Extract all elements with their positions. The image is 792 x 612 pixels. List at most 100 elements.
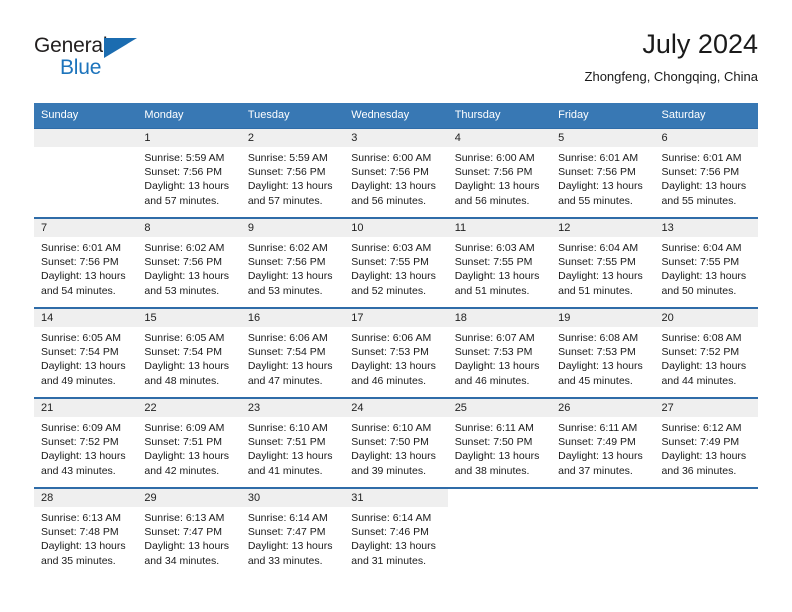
calendar-day-cell[interactable]: 25 Sunrise: 6:11 AM Sunset: 7:50 PM Dayligh… <box>447 399 552 487</box>
calendar-day-cell[interactable]: 19 Sunrise: 6:08 AM Sunset: 7:53 PM Dayligh… <box>551 309 655 397</box>
calendar-day-cell[interactable]: 27 Sunrise: 6:12 AM Sunset: 7:49 PM Dayligh… <box>654 399 758 487</box>
day-sunset-text: Sunset: 7:50 PM <box>454 436 533 449</box>
day-daylight2-text: and 51 minutes. <box>558 284 633 297</box>
calendar-day-cell[interactable]: 18 Sunrise: 6:07 AM Sunset: 7:53 PM Dayligh… <box>447 309 552 397</box>
calendar-week-row: 1 Sunrise: 5:59 AM Sunset: 7:56 PM Daylight… <box>34 128 758 217</box>
day-details: Sunrise: 6:08 AM Sunset: 7:52 PM Daylight:… <box>655 327 758 388</box>
calendar-day-cell[interactable]: 7 Sunrise: 6:01 AM Sunset: 7:56 PM Daylight… <box>34 219 138 307</box>
day-sunrise-text: Sunrise: 6:11 AM <box>454 422 534 434</box>
day-sunset-text: Sunset: 7:56 PM <box>247 166 326 179</box>
calendar-day-cell[interactable]: 8 Sunrise: 6:02 AM Sunset: 7:56 PM Daylight… <box>137 219 241 307</box>
calendar-day-cell[interactable]: 23 Sunrise: 6:10 AM Sunset: 7:51 PM Dayligh… <box>240 399 345 487</box>
day-sunset-text: Sunset: 7:52 PM <box>661 346 740 359</box>
day-details: Sunrise: 6:06 AM Sunset: 7:54 PM Daylight:… <box>241 327 344 388</box>
calendar-day-cell[interactable]: 6 Sunrise: 6:01 AM Sunset: 7:56 PM Daylight… <box>654 129 758 217</box>
day-sunset-text: Sunset: 7:56 PM <box>41 256 119 269</box>
day-number: 12 <box>551 219 655 237</box>
day-details: Sunrise: 6:12 AM Sunset: 7:49 PM Daylight:… <box>655 417 758 478</box>
day-daylight2-text: and 47 minutes. <box>247 374 323 387</box>
calendar-week-row: 21 Sunrise: 6:09 AM Sunset: 7:52 PM Dayligh… <box>34 397 758 487</box>
day-details: Sunrise: 5:59 AM Sunset: 7:56 PM Daylight:… <box>241 147 344 208</box>
calendar-day-cell-empty <box>34 129 138 217</box>
calendar-week-row: 28 Sunrise: 6:13 AM Sunset: 7:48 PM Dayligh… <box>34 487 758 577</box>
calendar-day-cell[interactable]: 21 Sunrise: 6:09 AM Sunset: 7:52 PM Dayligh… <box>34 399 138 487</box>
brand-logo[interactable]: General Blue <box>34 34 154 86</box>
day-number: 8 <box>137 219 241 237</box>
weekday-header-tuesday: Tuesday <box>247 109 290 121</box>
day-number: 15 <box>137 309 241 327</box>
day-details: Sunrise: 6:09 AM Sunset: 7:51 PM Daylight:… <box>137 417 240 478</box>
day-details: Sunrise: 6:11 AM Sunset: 7:49 PM Daylight:… <box>551 417 654 478</box>
day-details: Sunrise: 6:05 AM Sunset: 7:54 PM Daylight:… <box>137 327 240 388</box>
day-daylight2-text: and 49 minutes. <box>41 374 116 387</box>
day-daylight2-text: and 53 minutes. <box>247 284 323 297</box>
day-sunrise-text: Sunrise: 6:01 AM <box>41 242 121 254</box>
calendar-day-cell[interactable]: 26 Sunrise: 6:11 AM Sunset: 7:49 PM Dayligh… <box>551 399 655 487</box>
day-number: 17 <box>344 309 448 327</box>
day-daylight1-text: Daylight: 13 hours <box>454 180 540 193</box>
calendar-day-cell[interactable]: 24 Sunrise: 6:10 AM Sunset: 7:50 PM Dayligh… <box>344 399 448 487</box>
day-sunset-text: Sunset: 7:56 PM <box>454 166 533 179</box>
day-daylight1-text: Daylight: 13 hours <box>144 180 230 193</box>
day-daylight1-text: Daylight: 13 hours <box>661 270 747 283</box>
day-daylight1-text: Daylight: 13 hours <box>351 540 436 553</box>
day-number <box>448 489 551 507</box>
calendar-week-row: 14 Sunrise: 6:05 AM Sunset: 7:54 PM Dayligh… <box>34 307 758 397</box>
calendar-day-cell[interactable]: 2 Sunrise: 5:59 AM Sunset: 7:56 PM Daylight… <box>240 129 345 217</box>
day-sunrise-text: Sunrise: 6:09 AM <box>144 422 225 434</box>
calendar-day-cell[interactable]: 16 Sunrise: 6:06 AM Sunset: 7:54 PM Dayligh… <box>240 309 345 397</box>
day-daylight2-text: and 44 minutes. <box>661 374 737 387</box>
day-sunrise-text: Sunrise: 6:13 AM <box>144 512 225 524</box>
day-sunrise-text: Sunrise: 6:14 AM <box>247 512 328 524</box>
day-daylight1-text: Daylight: 13 hours <box>247 360 333 373</box>
day-details: Sunrise: 5:59 AM Sunset: 7:56 PM Daylight:… <box>137 147 240 208</box>
day-daylight1-text: Daylight: 13 hours <box>144 450 230 463</box>
calendar-day-cell[interactable]: 13 Sunrise: 6:04 AM Sunset: 7:55 PM Dayligh… <box>654 219 758 307</box>
calendar-week-row: 7 Sunrise: 6:01 AM Sunset: 7:56 PM Daylight… <box>34 217 758 307</box>
weekday-header-row: Sunday Monday Tuesday Wednesday Thursday… <box>34 103 758 128</box>
calendar-day-cell[interactable]: 20 Sunrise: 6:08 AM Sunset: 7:52 PM Dayligh… <box>654 309 758 397</box>
calendar-day-cell[interactable]: 29 Sunrise: 6:13 AM Sunset: 7:47 PM Dayligh… <box>137 489 241 577</box>
calendar-day-cell[interactable]: 17 Sunrise: 6:06 AM Sunset: 7:53 PM Dayligh… <box>344 309 448 397</box>
day-daylight2-text: and 34 minutes. <box>144 554 220 567</box>
day-number: 26 <box>551 399 655 417</box>
calendar-day-cell[interactable]: 14 Sunrise: 6:05 AM Sunset: 7:54 PM Dayligh… <box>34 309 138 397</box>
calendar-day-cell[interactable]: 10 Sunrise: 6:03 AM Sunset: 7:55 PM Dayligh… <box>344 219 448 307</box>
calendar-day-cell[interactable]: 28 Sunrise: 6:13 AM Sunset: 7:48 PM Dayligh… <box>34 489 138 577</box>
day-number <box>551 489 654 507</box>
calendar-day-cell[interactable]: 12 Sunrise: 6:04 AM Sunset: 7:55 PM Dayligh… <box>551 219 655 307</box>
day-number: 27 <box>654 399 758 417</box>
day-sunset-text: Sunset: 7:56 PM <box>144 166 223 179</box>
day-sunrise-text: Sunrise: 5:59 AM <box>144 152 225 164</box>
calendar-day-cell[interactable]: 3 Sunrise: 6:00 AM Sunset: 7:56 PM Daylight… <box>344 129 448 217</box>
day-daylight1-text: Daylight: 13 hours <box>41 270 126 283</box>
day-daylight1-text: Daylight: 13 hours <box>144 270 230 283</box>
day-number: 28 <box>34 489 138 507</box>
calendar-day-cell[interactable]: 15 Sunrise: 6:05 AM Sunset: 7:54 PM Dayligh… <box>137 309 241 397</box>
day-details <box>655 507 758 511</box>
calendar-day-cell[interactable]: 31 Sunrise: 6:14 AM Sunset: 7:46 PM Dayligh… <box>344 489 448 577</box>
day-number: 9 <box>240 219 345 237</box>
day-daylight1-text: Daylight: 13 hours <box>247 270 333 283</box>
calendar-page: General Blue July 2024 Zhongfeng, Chongq… <box>0 0 792 612</box>
day-daylight2-text: and 37 minutes. <box>558 464 633 477</box>
calendar-day-cell[interactable]: 11 Sunrise: 6:03 AM Sunset: 7:55 PM Dayligh… <box>447 219 552 307</box>
day-sunrise-text: Sunrise: 6:14 AM <box>351 512 432 524</box>
weekday-header-wednesday: Wednesday <box>351 109 410 121</box>
day-number: 3 <box>344 129 448 147</box>
calendar-day-cell[interactable]: 9 Sunrise: 6:02 AM Sunset: 7:56 PM Daylight… <box>240 219 345 307</box>
day-sunset-text: Sunset: 7:56 PM <box>351 166 429 179</box>
day-sunset-text: Sunset: 7:54 PM <box>144 346 223 359</box>
day-details: Sunrise: 6:02 AM Sunset: 7:56 PM Daylight:… <box>137 237 240 298</box>
day-daylight2-text: and 54 minutes. <box>41 284 116 297</box>
calendar-day-cell[interactable]: 4 Sunrise: 6:00 AM Sunset: 7:56 PM Daylight… <box>447 129 552 217</box>
day-sunrise-text: Sunrise: 6:00 AM <box>454 152 535 164</box>
day-number: 19 <box>551 309 655 327</box>
calendar-day-cell[interactable]: 1 Sunrise: 5:59 AM Sunset: 7:56 PM Daylight… <box>137 129 241 217</box>
day-sunset-text: Sunset: 7:51 PM <box>247 436 326 449</box>
calendar-day-cell[interactable]: 5 Sunrise: 6:01 AM Sunset: 7:56 PM Daylight… <box>551 129 655 217</box>
calendar-day-cell[interactable]: 30 Sunrise: 6:14 AM Sunset: 7:47 PM Dayligh… <box>240 489 345 577</box>
day-daylight2-text: and 51 minutes. <box>454 284 530 297</box>
day-sunrise-text: Sunrise: 6:05 AM <box>41 332 121 344</box>
calendar-day-cell[interactable]: 22 Sunrise: 6:09 AM Sunset: 7:51 PM Dayligh… <box>137 399 241 487</box>
